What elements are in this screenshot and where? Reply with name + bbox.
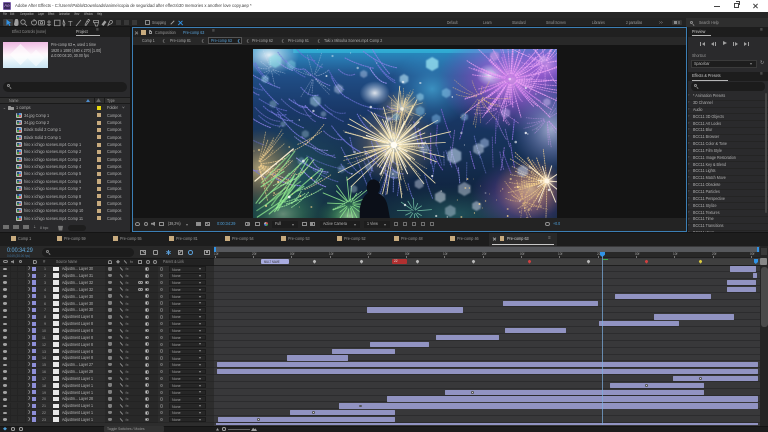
- svg-text:T: T: [68, 19, 73, 27]
